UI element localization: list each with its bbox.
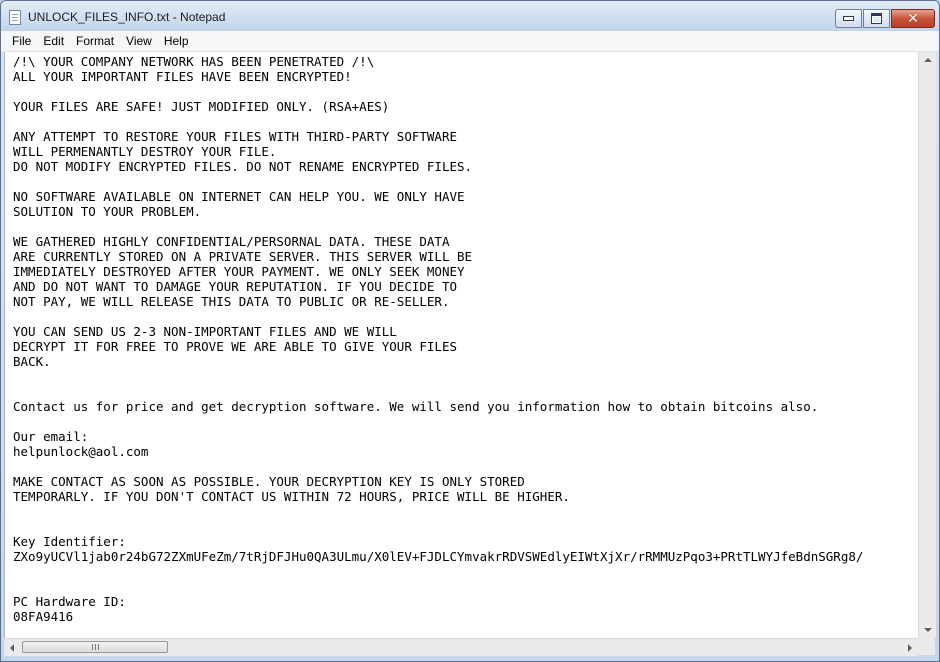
text-editor[interactable]: /!\ YOUR COMPANY NETWORK HAS BEEN PENETR…: [4, 52, 919, 638]
window-title: UNLOCK_FILES_INFO.txt - Notepad: [28, 10, 226, 24]
menu-file[interactable]: File: [1, 31, 37, 51]
menu-format[interactable]: Format: [70, 31, 120, 51]
vertical-scrollbar[interactable]: [918, 52, 936, 638]
scroll-right-icon[interactable]: [908, 644, 912, 652]
scroll-down-icon[interactable]: [924, 628, 932, 632]
maximize-icon: [871, 13, 882, 24]
title-bar[interactable]: UNLOCK_FILES_INFO.txt - Notepad ✕: [1, 1, 939, 31]
minimize-icon: [843, 16, 854, 21]
document-text[interactable]: /!\ YOUR COMPANY NETWORK HAS BEEN PENETR…: [13, 54, 863, 624]
menu-view[interactable]: View: [120, 31, 158, 51]
menu-bar: File Edit Format View Help: [1, 31, 939, 52]
horizontal-scrollbar[interactable]: [4, 638, 918, 656]
scrollbar-corner: [918, 638, 935, 655]
scroll-left-icon[interactable]: [10, 644, 14, 652]
close-button[interactable]: ✕: [891, 9, 935, 28]
horizontal-scroll-thumb[interactable]: [22, 641, 168, 653]
maximize-button[interactable]: [863, 9, 890, 28]
minimize-button[interactable]: [835, 9, 862, 28]
notepad-window: UNLOCK_FILES_INFO.txt - Notepad ✕ File E…: [0, 0, 940, 662]
grip-icon: [91, 644, 99, 650]
notepad-icon[interactable]: [9, 10, 21, 25]
menu-help[interactable]: Help: [158, 31, 195, 51]
caption-buttons: ✕: [834, 9, 935, 28]
close-icon: ✕: [907, 10, 919, 27]
menu-edit[interactable]: Edit: [37, 31, 70, 51]
scroll-up-icon[interactable]: [924, 58, 932, 62]
